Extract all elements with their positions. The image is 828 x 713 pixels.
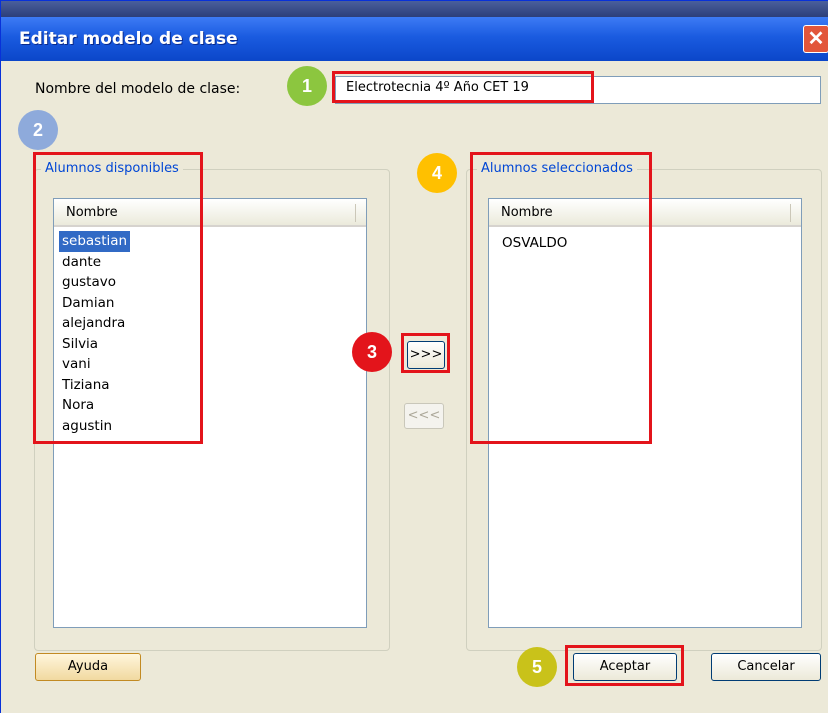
step-badge-1: 1	[287, 66, 327, 106]
dialog-title: Editar modelo de clase	[19, 29, 238, 49]
column-separator	[355, 204, 356, 222]
class-name-label: Nombre del modelo de clase:	[35, 81, 241, 97]
step-badge-3: 3	[352, 332, 392, 372]
highlight-box-accept	[565, 645, 684, 686]
cancel-button[interactable]: Cancelar	[711, 653, 821, 681]
step-badge-5: 5	[517, 647, 557, 687]
step-badge-4: 4	[417, 153, 457, 193]
step-badge-2: 2	[18, 110, 58, 150]
remove-student-button[interactable]: <<<	[404, 403, 444, 429]
close-icon[interactable]: ✕	[803, 25, 828, 53]
highlight-box-add	[401, 333, 450, 373]
highlight-box-name	[332, 71, 594, 103]
help-button-label: Ayuda	[67, 659, 109, 674]
highlight-box-available	[33, 152, 203, 444]
help-button[interactable]: Ayuda	[35, 653, 141, 681]
column-separator	[790, 204, 791, 222]
highlight-box-selected	[470, 152, 652, 444]
top-strip	[1, 1, 828, 17]
dialog-window: Editar modelo de clase ✕ Nombre del mode…	[0, 0, 828, 713]
